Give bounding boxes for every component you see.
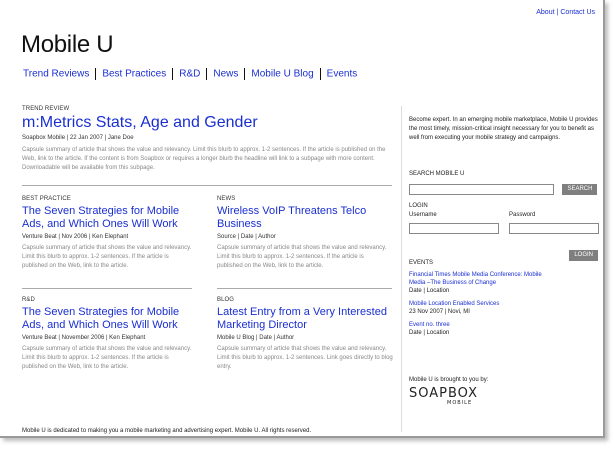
events-section: EVENTS Financial Times Mobile Media Conf…	[409, 260, 559, 337]
password-field[interactable]	[509, 223, 599, 234]
lead-byline: Soapbox Mobile | 22 Jan 2007 | Jane Doe	[22, 135, 134, 141]
soapbox-logo[interactable]: SOAPBOX	[409, 387, 559, 400]
event-title-link[interactable]: Mobile Location Enabled Services	[409, 300, 559, 308]
event-meta: Date | Location	[409, 330, 450, 336]
event-title-link[interactable]: Event no. three	[409, 321, 559, 329]
card-summary: Capsule summary of article that shows th…	[217, 245, 387, 269]
card-title-link[interactable]: The Seven Strategies for Mobile Ads, and…	[22, 306, 194, 332]
card-news: NEWS Wireless VoIP Threatens Telco Busin…	[217, 196, 389, 271]
lead-title-link[interactable]: m:Metrics Stats, Age and Gender	[22, 114, 392, 132]
card-summary: Capsule summary of article that shows th…	[22, 245, 192, 269]
card-rnd: R&D The Seven Strategies for Mobile Ads,…	[22, 297, 194, 372]
sidebar-divider	[401, 106, 402, 432]
sidebar: Become expert. In an emerging mobile mar…	[401, 116, 599, 406]
nav-item-rnd[interactable]: R&D	[179, 69, 200, 80]
card-kicker: R&D	[22, 297, 35, 303]
nav-divider	[172, 68, 174, 80]
event-item: Event no. three Date | Location	[409, 321, 559, 337]
event-meta: 23 Nov 2007 | Novi, MI	[409, 309, 470, 315]
top-links: About | Contact Us	[536, 9, 595, 16]
sidebar-intro: Become expert. In an emerging mobile mar…	[409, 117, 598, 141]
lead-summary: Capsule summary of article that shows th…	[22, 147, 386, 171]
username-label: Username	[409, 212, 437, 218]
search-input[interactable]	[409, 184, 554, 196]
card-byline: Venture Beat | November 2006 | Ken Eleph…	[22, 335, 146, 341]
card-byline: Mobile U Blog | Date | Author	[217, 335, 295, 341]
divider	[22, 185, 392, 186]
footer-text: Mobile U is dedicated to making you a mo…	[22, 428, 312, 434]
card-kicker: BLOG	[217, 297, 235, 303]
card-kicker: BEST PRACTICE	[22, 196, 71, 202]
card-kicker: NEWS	[217, 196, 236, 202]
password-label: Password	[509, 212, 536, 218]
nav-divider	[319, 68, 321, 80]
sponsor-section: Mobile U is brought to you by: SOAPBOX M…	[409, 377, 559, 406]
username-field[interactable]	[409, 223, 499, 234]
event-title-link[interactable]: Financial Times Mobile Media Conference:…	[409, 271, 559, 287]
site-logo[interactable]: Mobile U	[21, 31, 114, 59]
card-summary: Capsule summary of article that shows th…	[217, 346, 393, 370]
nav-item-trend-reviews[interactable]: Trend Reviews	[23, 69, 89, 80]
event-meta: Date | Location	[409, 288, 450, 294]
nav-item-blog[interactable]: Mobile U Blog	[251, 69, 313, 80]
login-section: LOGIN Username Password LOGIN	[409, 203, 599, 261]
nav-divider	[95, 68, 97, 80]
card-blog: BLOG Latest Entry from a Very Interested…	[217, 297, 393, 372]
lead-kicker: TREND REVIEW	[22, 106, 70, 112]
login-button[interactable]: LOGIN	[569, 250, 598, 261]
card-byline: Venture Beat | Nov 2006 | Ken Elephant	[22, 234, 129, 240]
card-best-practice: BEST PRACTICE The Seven Strategies for M…	[22, 196, 194, 271]
search-section: SEARCH MOBILE U SEARCH	[409, 171, 599, 199]
main-nav: Trend Reviews Best Practices R&D News Mobile…	[23, 68, 357, 80]
nav-divider	[206, 68, 208, 80]
lead-article: TREND REVIEW m:Metrics Stats, Age and Ge…	[22, 106, 392, 173]
search-label: SEARCH MOBILE U	[409, 171, 465, 177]
card-title-link[interactable]: The Seven Strategies for Mobile Ads, and…	[22, 205, 194, 231]
search-button[interactable]: SEARCH	[562, 184, 598, 196]
contact-link[interactable]: Contact Us	[560, 9, 595, 16]
divider	[22, 288, 192, 289]
nav-item-events[interactable]: Events	[327, 69, 358, 80]
divider	[217, 288, 392, 289]
event-item: Mobile Location Enabled Services 23 Nov …	[409, 300, 559, 316]
login-label: LOGIN	[409, 203, 428, 209]
sponsor-label: Mobile U is brought to you by:	[409, 377, 489, 383]
nav-divider	[244, 68, 246, 80]
nav-item-news[interactable]: News	[213, 69, 238, 80]
events-label: EVENTS	[409, 260, 434, 266]
event-item: Financial Times Mobile Media Conference:…	[409, 271, 559, 295]
about-link[interactable]: About	[536, 9, 554, 16]
card-summary: Capsule summary of article that shows th…	[22, 346, 192, 370]
card-title-link[interactable]: Latest Entry from a Very Interested Mark…	[217, 306, 393, 332]
page: About | Contact Us Mobile U Trend Reviews B…	[0, 0, 605, 438]
card-title-link[interactable]: Wireless VoIP Threatens Telco Business	[217, 205, 389, 231]
nav-item-best-practices[interactable]: Best Practices	[102, 69, 166, 80]
card-byline: Source | Date | Author	[217, 234, 276, 240]
